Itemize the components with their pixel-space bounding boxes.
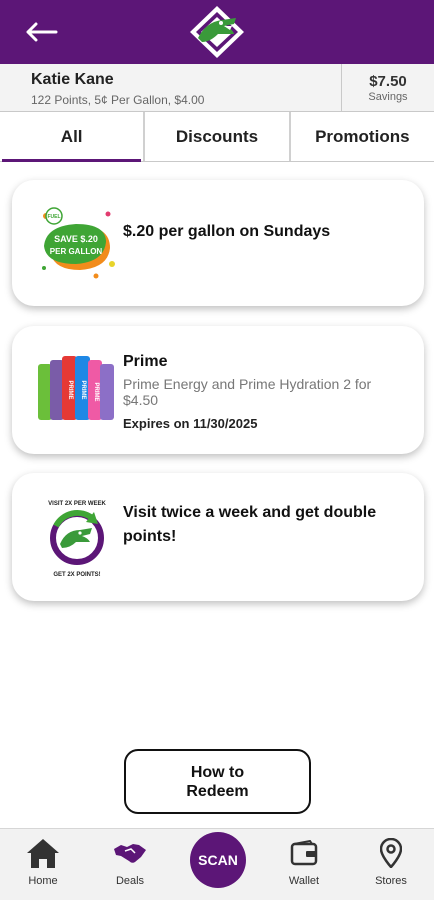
prime-bottles-image: PRIME PRIME PRIME	[38, 356, 114, 420]
nav-home[interactable]: Home	[8, 837, 78, 887]
fuel-discount-badge: FUEL SAVE $.20 PER GALLON	[42, 207, 115, 279]
nav-stores-label: Stores	[375, 875, 407, 887]
scan-button[interactable]: SCAN	[190, 832, 246, 888]
deal-card-double-points-text: Visit twice a week and get double points…	[123, 501, 406, 549]
deal-card-fuel[interactable]: FUEL SAVE $.20 PER GALLON $.20 per gallo…	[12, 180, 424, 306]
home-icon	[27, 839, 59, 868]
deal-card-double-points[interactable]: VISIT 2X PER WEEK GET 2X POINTS! Visit t…	[12, 473, 424, 601]
savings-amount: $7.50	[369, 73, 407, 90]
fuel-badge-big-text: SAVE $.20	[54, 234, 98, 244]
handshake-icon	[114, 844, 146, 863]
double-points-top-text: VISIT 2X PER WEEK	[48, 501, 106, 507]
nav-deals-label: Deals	[115, 875, 145, 887]
nav-wallet-label: Wallet	[288, 875, 320, 887]
tab-all[interactable]: All	[0, 112, 146, 162]
prime-can-label: PRIME	[80, 380, 86, 399]
deal-card-prime[interactable]: PRIME PRIME PRIME Prime Prime Energy and…	[12, 326, 424, 454]
wallet-icon	[290, 840, 318, 866]
double-points-bottom-text: GET 2X POINTS!	[53, 572, 100, 578]
tab-discounts[interactable]: Discounts	[145, 112, 291, 161]
savings-box: $7.50 Savings	[341, 64, 434, 111]
deal-expiration: Expires on 11/30/2025	[123, 416, 258, 431]
alligator-logo	[190, 6, 244, 58]
savings-label: Savings	[368, 91, 408, 103]
deal-description: Prime Energy and Prime Hydration 2 for $…	[123, 376, 372, 408]
nav-wallet[interactable]: Wallet	[269, 837, 339, 887]
arrow-left-icon	[26, 22, 58, 42]
fuel-badge-top-text: FUEL	[47, 214, 60, 220]
nav-home-label: Home	[28, 875, 58, 887]
user-name: Katie Kane	[31, 71, 114, 88]
nav-stores[interactable]: Stores	[356, 837, 426, 887]
map-pin-icon	[380, 838, 402, 868]
user-rewards-info: 122 Points, 5¢ Per Gallon, $4.00	[31, 93, 205, 107]
fuel-badge-sub-text: PER GALLON	[50, 247, 103, 256]
deal-tabs: All Discounts Promotions	[0, 112, 434, 162]
double-points-badge: VISIT 2X PER WEEK GET 2X POINTS!	[48, 501, 106, 578]
deal-card-fuel-text: $.20 per gallon on Sundays	[123, 220, 406, 244]
user-summary-bar: Katie Kane 122 Points, 5¢ Per Gallon, $4…	[0, 64, 434, 112]
deal-title: $.20 per gallon on Sundays	[123, 223, 331, 240]
deal-title: Visit twice a week and get double points…	[123, 504, 377, 545]
nav-deals[interactable]: Deals	[95, 837, 165, 887]
prime-can-label: PRIME	[93, 382, 99, 401]
top-bar	[0, 0, 434, 64]
back-button[interactable]	[24, 14, 64, 50]
deal-title: Prime	[123, 353, 168, 370]
tab-promotions[interactable]: Promotions	[290, 112, 434, 161]
prime-can-label: PRIME	[67, 380, 73, 399]
deal-card-prime-text: Prime Prime Energy and Prime Hydration 2…	[123, 350, 406, 431]
how-to-redeem-button[interactable]: How to Redeem	[124, 749, 311, 814]
